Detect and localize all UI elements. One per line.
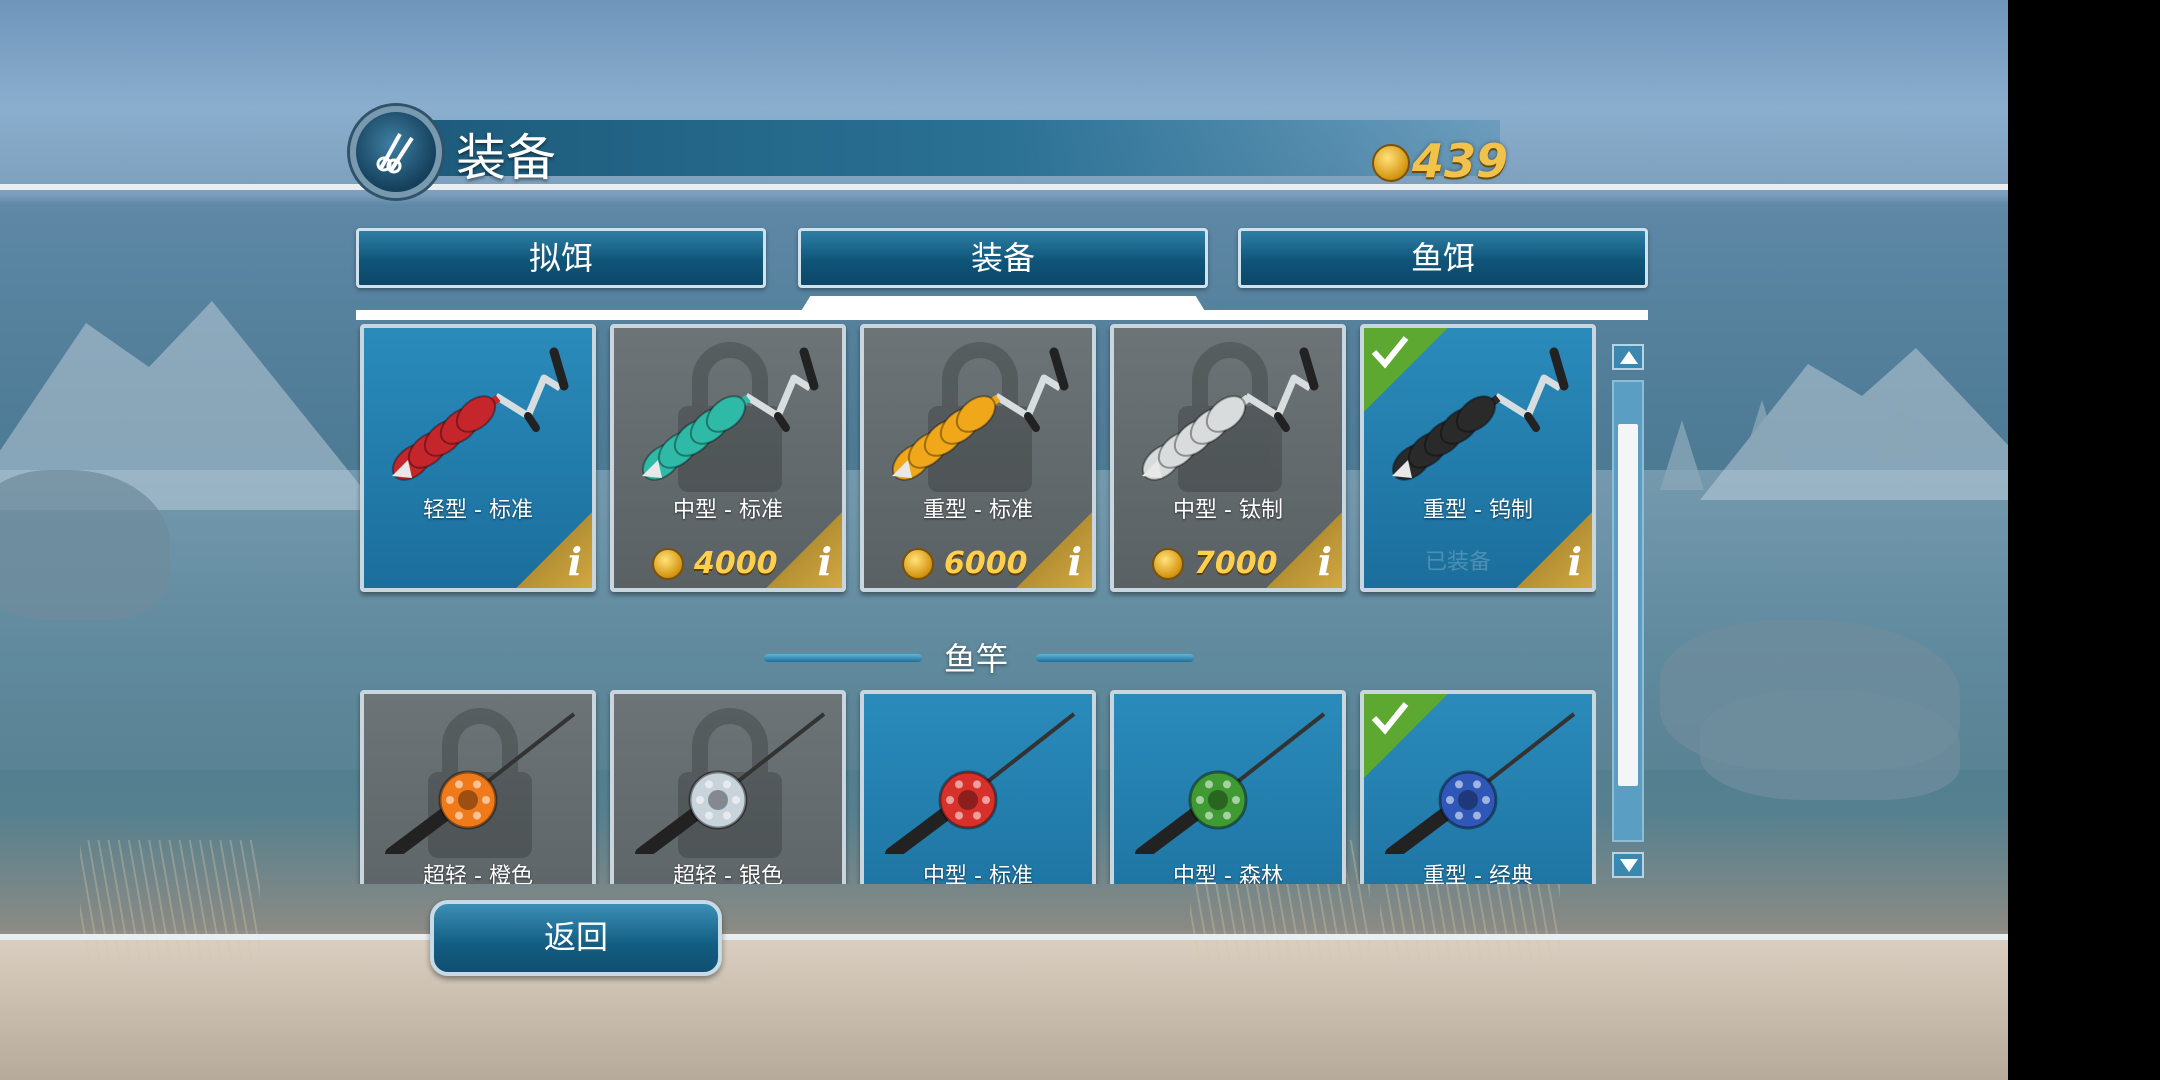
info-icon[interactable]: i — [1516, 512, 1592, 588]
price-tag: 6000 — [902, 546, 1028, 581]
rod-card-heavy-classic[interactable]: 重型 - 经典 — [1360, 690, 1596, 884]
coin-icon — [652, 547, 684, 580]
price-value: 6000 — [944, 546, 1028, 581]
auger-card-medium-standard[interactable]: 中型 - 标准 4000 i — [610, 324, 846, 592]
price-tag: 7000 — [1152, 546, 1278, 581]
grass — [80, 840, 260, 960]
coin-icon — [902, 547, 934, 580]
fishing-rod-icon — [878, 704, 1078, 861]
price-tag: 4000 — [652, 546, 778, 581]
fishing-tools-icon — [350, 106, 442, 198]
coin-icon — [1372, 144, 1410, 182]
rock — [1700, 690, 1960, 800]
info-icon[interactable]: i — [516, 512, 592, 588]
auger-icon — [628, 338, 828, 492]
rod-card-medium-forest[interactable]: 中型 - 森林 — [1110, 690, 1346, 884]
info-icon[interactable]: i — [1016, 512, 1092, 588]
tab-equipment[interactable]: 装备 — [798, 228, 1208, 288]
tab-bait[interactable]: 鱼饵 — [1238, 228, 1648, 288]
item-label: 中型 - 森林 — [1173, 864, 1283, 884]
section-divider — [1036, 654, 1194, 662]
tree — [1660, 420, 1704, 490]
auger-card-heavy-tungsten[interactable]: 重型 - 钨制 已装备 i — [1360, 324, 1596, 592]
scroll-up-button[interactable] — [1612, 344, 1644, 370]
item-label: 中型 - 标准 — [923, 864, 1033, 884]
auger-icon — [378, 338, 578, 492]
tab-underline — [356, 310, 1648, 320]
price-value: 7000 — [1194, 546, 1278, 581]
fishing-rod-icon — [1378, 704, 1578, 861]
divider-line — [0, 934, 2008, 940]
item-label: 超轻 - 银色 — [673, 864, 783, 884]
divider-line — [0, 184, 2008, 190]
auger-card-medium-titanium[interactable]: 中型 - 钛制 7000 i — [1110, 324, 1346, 592]
auger-card-light-standard[interactable]: 轻型 - 标准 i — [360, 324, 596, 592]
tab-lures[interactable]: 拟饵 — [356, 228, 766, 288]
auger-icon — [1128, 338, 1328, 492]
sand-ground — [0, 940, 2008, 1080]
coin-icon — [1152, 547, 1184, 580]
info-icon[interactable]: i — [1266, 512, 1342, 588]
scrollbar-thumb[interactable] — [1618, 424, 1638, 786]
page-title: 装备 — [456, 129, 556, 187]
fishing-rod-icon — [378, 704, 578, 861]
letterbox-bar — [2008, 0, 2160, 1080]
rod-card-medium-standard[interactable]: 中型 - 标准 — [860, 690, 1096, 884]
coin-balance: 439 — [1412, 134, 1509, 188]
section-title: 鱼竿 — [943, 640, 1008, 678]
scroll-down-button[interactable] — [1612, 852, 1644, 878]
fishing-rod-icon — [628, 704, 828, 861]
price-value: 4000 — [694, 546, 778, 581]
auger-card-heavy-standard[interactable]: 重型 - 标准 6000 i — [860, 324, 1096, 592]
item-grid[interactable]: 轻型 - 标准 i 中型 - 标准 4000 i 重型 - 标准 6000 i … — [356, 324, 1596, 884]
item-label: 重型 - 经典 — [1423, 864, 1533, 884]
auger-icon — [878, 338, 1078, 492]
tree — [1880, 390, 1924, 460]
tree — [1740, 400, 1784, 470]
auger-icon — [1378, 338, 1578, 492]
back-button[interactable]: 返回 — [430, 900, 722, 976]
fishing-rod-icon — [1128, 704, 1328, 861]
rod-card-ultralight-silver[interactable]: 超轻 - 银色 — [610, 690, 846, 884]
rod-card-ultralight-orange[interactable]: 超轻 - 橙色 — [360, 690, 596, 884]
item-label: 超轻 - 橙色 — [423, 864, 533, 884]
info-icon[interactable]: i — [766, 512, 842, 588]
